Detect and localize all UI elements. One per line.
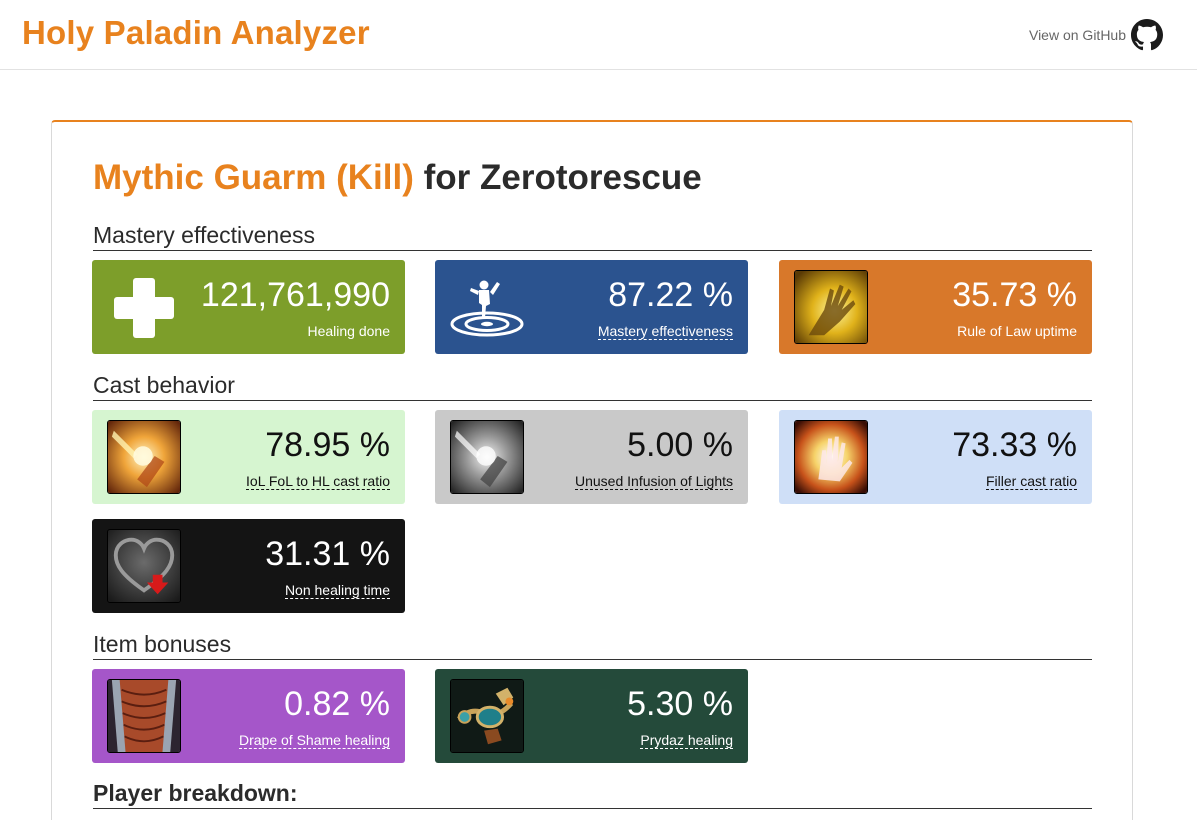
tile-rule-of-law: 35.73 % Rule of Law uptime — [779, 260, 1092, 354]
rule-of-law-label: Rule of Law uptime — [957, 323, 1077, 339]
non-healing-time-value: 31.31 % — [265, 535, 390, 573]
healing-done-label: Healing done — [307, 323, 390, 339]
github-icon — [1131, 19, 1163, 51]
player-name: Zerotorescue — [480, 158, 702, 197]
top-navbar: Holy Paladin Analyzer View on GitHub — [0, 0, 1197, 70]
section-cast-title: Cast behavior — [93, 372, 1092, 401]
prydaz-value: 5.30 % — [627, 685, 733, 723]
drape-of-shame-icon — [107, 679, 181, 753]
tile-non-healing-time: 31.31 % Non healing time — [92, 519, 405, 613]
tile-iol-ratio: 78.95 % IoL FoL to HL cast ratio — [92, 410, 405, 504]
prydaz-icon — [450, 679, 524, 753]
unused-iol-label[interactable]: Unused Infusion of Lights — [575, 473, 733, 490]
rule-of-law-value: 35.73 % — [952, 276, 1077, 314]
github-link-label: View on GitHub — [1028, 27, 1126, 43]
section-items-title: Item bonuses — [93, 631, 1092, 660]
iol-ratio-label[interactable]: IoL FoL to HL cast ratio — [246, 473, 390, 490]
tile-mastery-effectiveness: 87.22 % Mastery effectiveness — [435, 260, 748, 354]
drape-of-shame-label[interactable]: Drape of Shame healing — [239, 732, 390, 749]
fight-name: Mythic Guarm (Kill) — [93, 158, 414, 197]
tile-drape-of-shame: 0.82 % Drape of Shame healing — [92, 669, 405, 763]
filler-ratio-value: 73.33 % — [952, 426, 1077, 464]
non-healing-time-label[interactable]: Non healing time — [284, 582, 390, 599]
tile-filler-ratio: 73.33 % Filler cast ratio — [779, 410, 1092, 504]
tile-prydaz: 5.30 % Prydaz healing — [435, 669, 748, 763]
player-prefix: for — [423, 158, 471, 197]
broken-heart-icon — [107, 529, 181, 603]
infusion-of-light-grey-icon — [450, 420, 524, 494]
mastery-effectiveness-label[interactable]: Mastery effectiveness — [597, 323, 733, 340]
rule-of-law-icon — [794, 270, 868, 344]
prydaz-label[interactable]: Prydaz healing — [640, 732, 733, 749]
iol-ratio-value: 78.95 % — [265, 426, 390, 464]
drape-of-shame-value: 0.82 % — [284, 685, 390, 723]
infusion-of-light-icon — [107, 420, 181, 494]
section-player-breakdown-title: Player breakdown: — [93, 780, 1092, 809]
mastery-icon — [449, 274, 527, 340]
filler-ratio-label[interactable]: Filler cast ratio — [985, 473, 1077, 490]
unused-iol-value: 5.00 % — [627, 426, 733, 464]
holy-light-icon — [794, 420, 868, 494]
plus-icon — [114, 278, 174, 338]
report-heading: Mythic Guarm (Kill) for Zerotorescue — [93, 158, 702, 198]
app-title[interactable]: Holy Paladin Analyzer — [22, 14, 370, 52]
github-link[interactable]: View on GitHub — [1029, 19, 1163, 51]
tile-unused-iol: 5.00 % Unused Infusion of Lights — [435, 410, 748, 504]
mastery-effectiveness-value: 87.22 % — [608, 276, 733, 314]
section-mastery-title: Mastery effectiveness — [93, 222, 1092, 251]
results-panel: Mythic Guarm (Kill) for Zerotorescue Mas… — [51, 120, 1133, 820]
healing-done-value: 121,761,990 — [200, 276, 390, 314]
tile-healing-done: 121,761,990 Healing done — [92, 260, 405, 354]
